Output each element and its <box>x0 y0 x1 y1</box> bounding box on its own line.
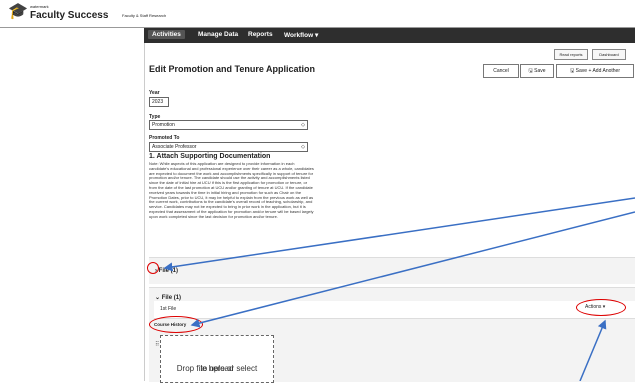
arrow-to-course-history <box>190 211 635 328</box>
arrow-to-actions <box>579 319 607 381</box>
annotation-arrows <box>163 197 635 381</box>
arrow-to-collapsed-file <box>163 197 635 272</box>
